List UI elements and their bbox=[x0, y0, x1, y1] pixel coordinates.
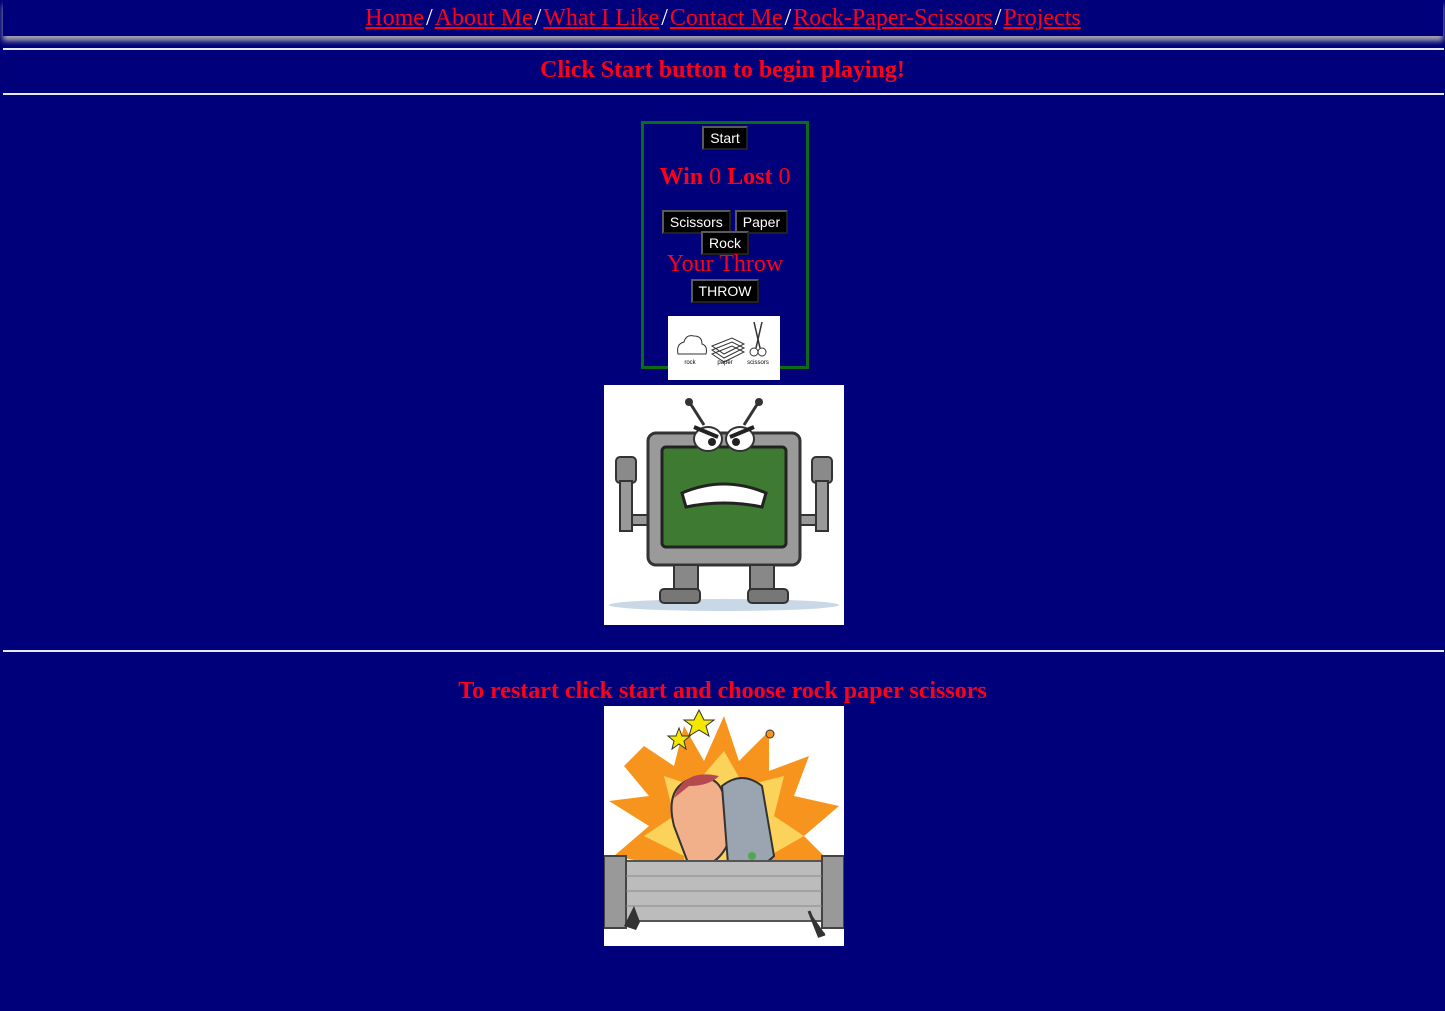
divider bbox=[3, 650, 1444, 652]
your-throw-label: Your Throw bbox=[666, 251, 784, 277]
rps-caption-paper: paper bbox=[717, 360, 732, 366]
page-heading: Click Start button to begin playing! bbox=[540, 57, 905, 83]
top-navigation: Home/About Me/What I Like/Contact Me/Roc… bbox=[3, 0, 1443, 36]
nav-about-me-link[interactable]: About Me bbox=[435, 5, 533, 31]
nav-what-i-like-link[interactable]: What I Like bbox=[543, 5, 659, 31]
nav-separator: / bbox=[425, 5, 433, 31]
lost-count: 0 bbox=[778, 164, 791, 190]
divider bbox=[3, 93, 1444, 95]
angry-computer-illustration bbox=[609, 398, 839, 611]
nav-separator: / bbox=[784, 5, 792, 31]
nav-rock-paper-scissors-link[interactable]: Rock-Paper-Scissors bbox=[793, 5, 993, 31]
restart-instructions: To restart click start and choose rock p… bbox=[458, 678, 987, 704]
throw-button[interactable]: THROW bbox=[690, 279, 760, 303]
start-button[interactable]: Start bbox=[702, 126, 748, 150]
divider bbox=[3, 48, 1444, 50]
rock-paper-scissors-image: rock paper scissors bbox=[668, 316, 780, 380]
win-count: 0 bbox=[709, 164, 722, 190]
nav-separator: / bbox=[534, 5, 542, 31]
man-vs-computer-image bbox=[603, 706, 845, 946]
nav-home-link[interactable]: Home bbox=[365, 5, 424, 31]
nav-separator: / bbox=[661, 5, 668, 31]
nav-contact-me-link[interactable]: Contact Me bbox=[670, 5, 783, 31]
rps-caption-rock: rock bbox=[684, 360, 696, 366]
man-vs-computer-illustration bbox=[603, 708, 845, 938]
rps-caption-scissors: scissors bbox=[747, 360, 769, 366]
rps-illustration: rock paper scissors bbox=[677, 321, 769, 366]
lost-label: Lost bbox=[727, 164, 773, 190]
nav-separator: / bbox=[994, 5, 1002, 31]
win-label: Win bbox=[659, 164, 704, 190]
score-display: Win 0 Lost 0 bbox=[644, 164, 806, 191]
nav-projects-link[interactable]: Projects bbox=[1003, 5, 1080, 31]
angry-computer-image bbox=[604, 385, 844, 625]
